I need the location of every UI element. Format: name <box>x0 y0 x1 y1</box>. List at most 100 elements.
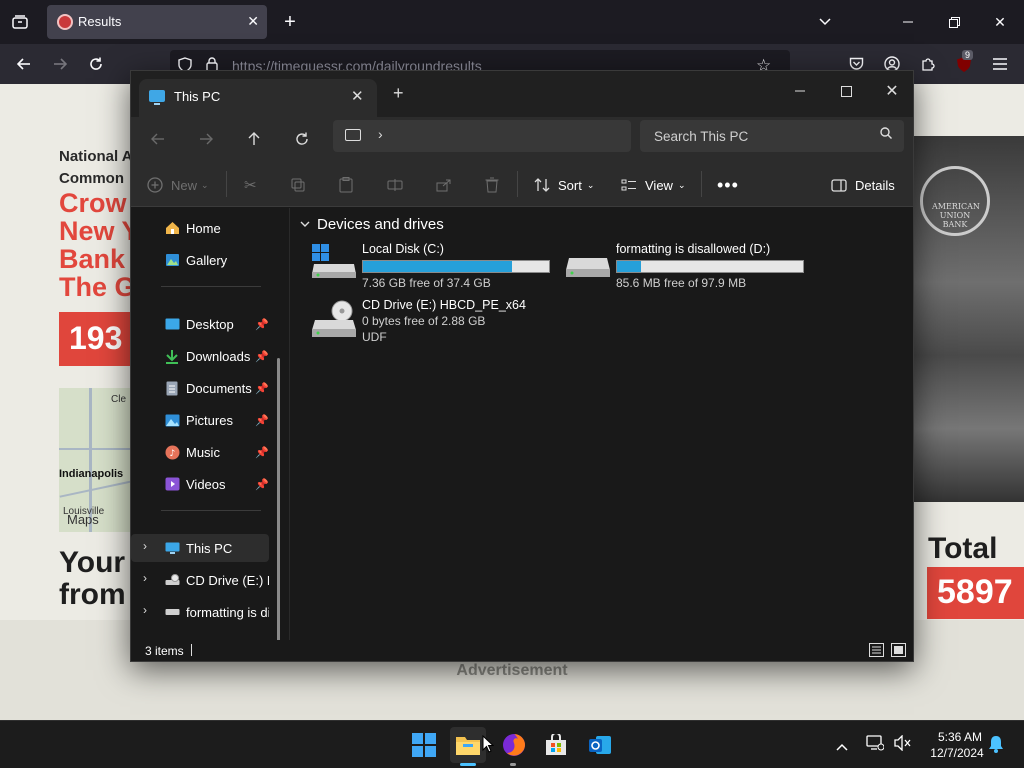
home-icon <box>164 220 180 236</box>
view-button[interactable]: View ⌄ <box>621 173 686 197</box>
new-tab-icon[interactable]: + <box>280 11 300 33</box>
sidebar-item-cd-drive[interactable]: › CD Drive (E:) HB <box>131 566 269 594</box>
result-text-line1: Your <box>59 546 126 579</box>
hamburger-menu-icon[interactable] <box>990 54 1010 74</box>
start-windows-icon[interactable] <box>406 727 442 763</box>
browser-tab-results[interactable]: Results ✕ <box>47 5 267 39</box>
sidebar-label-videos: Videos <box>186 476 226 492</box>
result-text-line2: from <box>59 578 126 611</box>
pin-icon[interactable]: 📌 <box>255 350 269 363</box>
sidebar-label-downloads: Downloads <box>186 348 251 364</box>
pin-icon[interactable]: 📌 <box>255 382 269 395</box>
explorer-minimize-icon[interactable] <box>777 77 823 105</box>
browser-restore-icon[interactable] <box>944 12 964 32</box>
pin-icon[interactable]: 📌 <box>255 446 269 459</box>
clock-time[interactable]: 5:36 AM <box>930 730 990 744</box>
tab-close-icon[interactable]: ✕ <box>247 13 259 30</box>
details-button[interactable]: Details <box>831 173 895 197</box>
clock-date[interactable]: 12/7/2024 <box>924 746 990 760</box>
drive-formatting-d[interactable]: formatting is disallowed (D:) 85.6 MB fr… <box>566 242 806 292</box>
explorer-up-icon[interactable] <box>241 127 267 151</box>
pin-icon[interactable]: 📌 <box>255 478 269 491</box>
sidebar-item-pictures[interactable]: Pictures 📌 <box>131 406 269 434</box>
sidebar-scrollbar[interactable] <box>277 358 280 640</box>
more-options-icon[interactable]: ••• <box>717 173 739 197</box>
browser-tab-title: Results <box>78 14 122 29</box>
sort-chevron-icon: ⌄ <box>586 179 595 190</box>
cut-icon[interactable]: ✂ <box>244 173 257 197</box>
drive-c-usage-fill <box>363 261 512 272</box>
firefox-taskbar-icon[interactable] <box>496 727 532 766</box>
drive-d-free-space: 85.6 MB free of 97.9 MB <box>616 276 747 290</box>
drive-icon <box>164 604 180 620</box>
photo-subtitle-line2: Common <box>59 170 124 187</box>
speaker-muted-icon[interactable] <box>894 734 912 756</box>
document-icon <box>164 380 180 396</box>
status-bar: 3 items <box>131 640 913 661</box>
reload-icon[interactable] <box>86 54 106 74</box>
location-map[interactable]: Cle Indianapolis Louisville Maps <box>59 388 133 532</box>
rename-icon[interactable] <box>387 173 403 197</box>
devices-and-drives-header[interactable]: Devices and drives <box>300 216 444 233</box>
sidebar-item-formatting-drive[interactable]: › formatting is dis <box>131 598 269 626</box>
sort-button[interactable]: Sort ⌄ <box>534 173 594 197</box>
expand-chevron-icon[interactable]: › <box>143 603 147 617</box>
show-hidden-icons-chevron-icon[interactable] <box>836 738 848 756</box>
item-count: 3 items <box>145 644 184 658</box>
details-view-icon[interactable] <box>869 643 884 661</box>
explorer-tab-this-pc[interactable]: This PC ✕ <box>139 79 377 117</box>
large-icons-view-icon[interactable] <box>891 643 906 661</box>
explorer-forward-icon[interactable] <box>193 127 219 151</box>
expand-chevron-icon[interactable]: › <box>143 539 147 553</box>
breadcrumb-chevron-icon[interactable]: › <box>378 126 383 142</box>
sidebar-item-home[interactable]: Home <box>131 214 269 242</box>
search-placeholder: Search This PC <box>654 129 749 144</box>
drive-local-disk-c[interactable]: Local Disk (C:) 7.36 GB free of 37.4 GB <box>312 242 552 292</box>
photo-headline-line2: New Y <box>59 216 140 246</box>
sidebar-item-this-pc[interactable]: › This PC <box>131 534 269 562</box>
extension-badge: 9 <box>962 50 974 60</box>
timeguessr-favicon-icon <box>57 14 73 30</box>
network-icon[interactable] <box>866 735 885 756</box>
back-arrow-icon[interactable] <box>14 54 34 74</box>
file-explorer-taskbar-icon[interactable] <box>450 727 486 766</box>
explorer-back-icon[interactable] <box>145 127 171 151</box>
cd-drive-icon <box>312 300 356 337</box>
explorer-maximize-icon[interactable] <box>823 77 869 105</box>
sidebar-item-desktop[interactable]: Desktop 📌 <box>131 310 269 338</box>
extensions-puzzle-icon[interactable] <box>918 54 938 74</box>
explorer-search-box[interactable]: Search This PC <box>640 120 904 152</box>
forward-arrow-icon[interactable] <box>50 54 70 74</box>
explorer-refresh-icon[interactable] <box>289 127 315 151</box>
explorer-close-icon[interactable]: ✕ <box>869 77 913 105</box>
pin-icon[interactable]: 📌 <box>255 318 269 331</box>
drive-cd-e[interactable]: CD Drive (E:) HBCD_PE_x64 0 bytes free o… <box>312 298 552 348</box>
sidebar-item-videos[interactable]: Videos 📌 <box>131 470 269 498</box>
outlook-icon[interactable] <box>582 727 618 763</box>
sidebar-item-music[interactable]: ♪ Music 📌 <box>131 438 269 466</box>
gallery-icon <box>164 252 180 268</box>
new-button[interactable]: New ⌄ <box>147 173 209 197</box>
paste-icon[interactable] <box>339 173 353 197</box>
drive-c-free-space: 7.36 GB free of 37.4 GB <box>362 276 491 290</box>
browser-close-icon[interactable]: ✕ <box>990 12 1010 32</box>
sidebar-item-documents[interactable]: Documents 📌 <box>131 374 269 402</box>
address-bar[interactable]: › <box>333 120 631 152</box>
share-icon[interactable] <box>436 173 452 197</box>
pictures-icon <box>164 412 180 428</box>
explorer-tab-close-icon[interactable]: ✕ <box>351 87 364 105</box>
notification-bell-icon[interactable] <box>988 735 1004 758</box>
pin-icon[interactable]: 📌 <box>255 414 269 427</box>
sidebar-item-gallery[interactable]: Gallery <box>131 246 269 274</box>
content-pane: Devices and drives Local Disk (C:) 7.36 … <box>289 208 913 640</box>
copy-icon[interactable] <box>291 173 305 197</box>
explorer-new-tab-icon[interactable]: + <box>393 83 404 104</box>
microsoft-store-icon[interactable] <box>538 727 574 763</box>
delete-icon[interactable] <box>485 173 499 197</box>
search-icon[interactable] <box>880 127 892 142</box>
list-tabs-chevron-icon[interactable] <box>815 12 835 32</box>
tab-overview-icon[interactable] <box>10 12 30 32</box>
browser-minimize-icon[interactable] <box>898 12 918 32</box>
sidebar-item-downloads[interactable]: Downloads 📌 <box>131 342 269 370</box>
expand-chevron-icon[interactable]: › <box>143 571 147 585</box>
